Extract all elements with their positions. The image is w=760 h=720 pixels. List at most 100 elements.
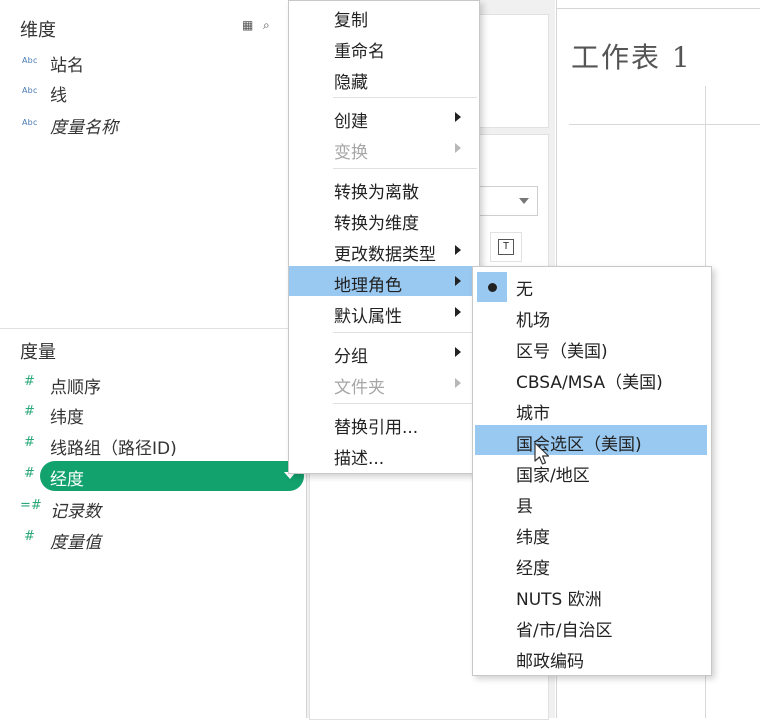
menu-item-group[interactable]: 分组 (289, 337, 479, 367)
submenu-item-label: 城市 (516, 404, 550, 424)
field-label: 记录数 (50, 502, 101, 522)
dimension-field-line[interactable]: Abc 线 (0, 77, 306, 107)
selected-indicator (477, 272, 507, 302)
submenu-item-label: 机场 (516, 311, 550, 331)
chevron-down-icon (519, 198, 529, 204)
menu-separator (333, 332, 477, 333)
menu-item-label: 重命名 (334, 42, 385, 62)
menu-item-label: 转换为离散 (334, 183, 419, 203)
number-type-icon: # (24, 435, 35, 450)
geo-role-longitude[interactable]: 经度 (475, 549, 707, 579)
menu-item-label: 隐藏 (334, 73, 368, 93)
menu-item-convert-dimension[interactable]: 转换为维度 (289, 204, 479, 234)
geo-role-cbsa-msa[interactable]: CBSA/MSA（美国) (475, 363, 707, 393)
submenu-arrow-icon (455, 143, 461, 153)
submenu-item-label: CBSA/MSA（美国) (516, 373, 663, 393)
measure-field-point-order[interactable]: # 点顺序 (0, 369, 306, 399)
field-context-menu: 复制 重命名 隐藏 创建 变换 转换为离散 转换为维度 更改数据类型 地理角色 … (288, 0, 480, 474)
submenu-item-label: NUTS 欧洲 (516, 590, 602, 610)
geo-role-zip-code[interactable]: 邮政编码 (475, 642, 707, 672)
submenu-arrow-icon (455, 347, 461, 357)
geo-role-airport[interactable]: 机场 (475, 301, 707, 331)
measure-field-latitude[interactable]: # 纬度 (0, 399, 306, 429)
menu-item-label: 默认属性 (334, 307, 402, 327)
number-type-icon: # (24, 529, 35, 544)
dimensions-header: 维度 (20, 20, 56, 41)
menu-separator (333, 403, 477, 404)
geo-role-state-province[interactable]: 省/市/自治区 (475, 611, 707, 641)
measure-field-longitude[interactable]: # 经度 (0, 461, 306, 491)
geo-role-country-region[interactable]: 国家/地区 (475, 456, 707, 486)
menu-item-label: 文件夹 (334, 378, 385, 398)
menu-item-default-properties[interactable]: 默认属性 (289, 297, 479, 327)
text-mark-button[interactable]: T (490, 232, 522, 262)
string-type-icon: Abc (22, 118, 38, 127)
menu-item-create[interactable]: 创建 (289, 102, 479, 132)
field-label: 纬度 (50, 408, 84, 428)
menu-item-label: 创建 (334, 112, 368, 132)
data-pane: 维度 ▦ ⌕ Abc 站名 Abc 线 Abc 度量名称 度量 # 点顺序 # … (0, 0, 307, 718)
field-label: 站名 (50, 56, 84, 76)
submenu-arrow-icon (455, 307, 461, 317)
text-icon: T (498, 239, 514, 255)
field-label: 度量名称 (50, 118, 118, 138)
field-label: 线 (50, 86, 67, 106)
menu-item-label: 描述... (334, 449, 385, 469)
menu-item-transform: 变换 (289, 133, 479, 163)
menu-item-describe[interactable]: 描述... (289, 439, 479, 469)
geo-role-latitude[interactable]: 纬度 (475, 518, 707, 548)
submenu-item-label: 邮政编码 (516, 652, 584, 672)
measures-header: 度量 (20, 342, 56, 363)
menu-item-replace-references[interactable]: 替换引用... (289, 408, 479, 438)
geo-role-nuts-europe[interactable]: NUTS 欧洲 (475, 580, 707, 610)
menu-item-label: 复制 (334, 11, 368, 31)
number-type-icon: # (24, 466, 35, 481)
mark-type-select[interactable] (476, 186, 538, 216)
geo-role-area-code[interactable]: 区号（美国) (475, 332, 707, 362)
menu-item-label: 替换引用... (334, 418, 419, 438)
dimension-field-station[interactable]: Abc 站名 (0, 47, 306, 77)
menu-item-label: 转换为维度 (334, 214, 419, 234)
bullet-icon (488, 283, 497, 292)
submenu-arrow-icon (455, 112, 461, 122)
submenu-item-label: 区号（美国) (516, 342, 608, 362)
menu-item-label: 分组 (334, 347, 368, 367)
menu-item-hide[interactable]: 隐藏 (289, 63, 479, 93)
string-type-icon: Abc (22, 86, 38, 95)
geographic-role-submenu: 无 机场 区号（美国) CBSA/MSA（美国) 城市 国会选区（美国) 国家/… (472, 266, 712, 676)
geo-role-congressional-district[interactable]: 国会选区（美国) (475, 425, 707, 455)
measure-field-record-count[interactable]: =# 记录数 (0, 493, 306, 523)
mouse-cursor-icon (534, 442, 550, 465)
geo-role-none[interactable]: 无 (475, 270, 707, 302)
menu-item-folder: 文件夹 (289, 368, 479, 398)
sheet-title[interactable]: 工作表 1 (571, 36, 692, 76)
submenu-item-label: 经度 (516, 559, 550, 579)
field-label: 经度 (50, 470, 84, 490)
search-icon[interactable]: ⌕ (263, 18, 270, 33)
menu-item-convert-discrete[interactable]: 转换为离散 (289, 173, 479, 203)
menu-separator (333, 97, 477, 98)
measure-field-path-id[interactable]: # 线路组（路径ID) (0, 430, 306, 460)
menu-item-rename[interactable]: 重命名 (289, 32, 479, 62)
grid-line (569, 124, 760, 125)
geo-role-county[interactable]: 县 (475, 487, 707, 517)
dimension-field-measure-names[interactable]: Abc 度量名称 (0, 109, 306, 139)
menu-item-label: 变换 (334, 143, 368, 163)
string-type-icon: Abc (22, 56, 38, 65)
submenu-item-label: 县 (516, 497, 533, 517)
shelf-strip (557, 0, 760, 9)
number-type-icon: # (24, 374, 35, 389)
field-label: 度量值 (50, 533, 101, 553)
geo-role-city[interactable]: 城市 (475, 394, 707, 424)
menu-item-change-data-type[interactable]: 更改数据类型 (289, 235, 479, 265)
menu-separator (333, 168, 477, 169)
menu-item-geographic-role[interactable]: 地理角色 (289, 266, 479, 296)
measure-field-measure-values[interactable]: # 度量值 (0, 524, 306, 554)
menu-item-copy[interactable]: 复制 (289, 1, 479, 31)
number-type-icon: # (24, 404, 35, 419)
pane-divider (0, 328, 306, 329)
list-view-icon[interactable]: ▦ (242, 18, 253, 32)
submenu-arrow-icon (455, 378, 461, 388)
menu-item-label: 地理角色 (334, 276, 402, 296)
submenu-item-label: 纬度 (516, 528, 550, 548)
